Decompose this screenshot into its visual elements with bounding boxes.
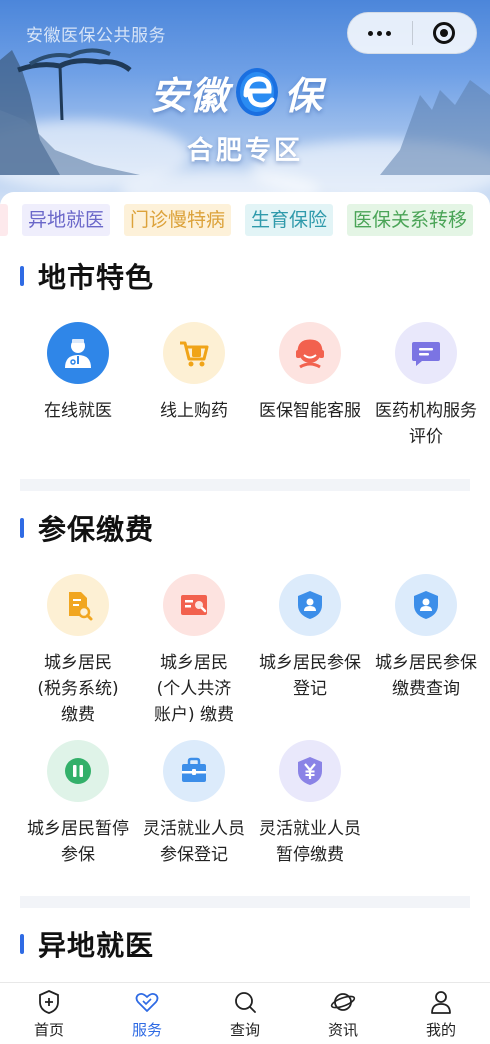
target-icon bbox=[433, 22, 456, 44]
tag-chronic-disease[interactable]: 门诊慢特病 bbox=[124, 204, 232, 236]
dot-icon bbox=[377, 30, 383, 36]
service-label: 医药机构服务评价 bbox=[375, 401, 477, 447]
service-online-pharmacy[interactable]: 线上购药 bbox=[136, 322, 252, 424]
section-divider bbox=[20, 479, 470, 491]
service-shared-account-payment[interactable]: 城乡居民 (个人共济 账户) 缴费 bbox=[136, 574, 252, 728]
region-title: 合肥专区 bbox=[186, 136, 303, 166]
service-label: 城乡居民 (个人共济 账户) 缴费 bbox=[153, 653, 235, 725]
tab-label: 资讯 bbox=[327, 1021, 358, 1039]
tab-news[interactable]: 资讯 bbox=[294, 983, 392, 1044]
service-title: 安徽医保公共服务 bbox=[26, 26, 166, 46]
shield-user-icon bbox=[279, 574, 341, 636]
tag-insurance-transfer[interactable]: 医保关系转移 bbox=[347, 204, 474, 236]
section-title-text: 异地就医 bbox=[38, 929, 155, 962]
service-suspend-insurance[interactable]: 城乡居民暂停参保 bbox=[20, 740, 136, 868]
tab-services[interactable]: 服务 bbox=[98, 983, 196, 1044]
pause-icon bbox=[47, 740, 109, 802]
yuan-shield-icon bbox=[279, 740, 341, 802]
service-label: 医保智能客服 bbox=[259, 401, 361, 421]
service-label: 城乡居民参保缴费查询 bbox=[375, 653, 477, 699]
header-banner: 安徽医保公共服务 安徽 保 合肥专区 bbox=[0, 0, 490, 210]
service-insurance-registration[interactable]: 城乡居民参保登记 bbox=[252, 574, 368, 702]
service-online-medical[interactable]: 在线就医 bbox=[20, 322, 136, 424]
section-title-insurance: 参保缴费 bbox=[20, 508, 154, 548]
service-institution-evaluation[interactable]: 医药机构服务评价 bbox=[368, 322, 484, 450]
dot-icon bbox=[368, 30, 374, 36]
category-tags: 异地就医 门诊慢特病 生育保险 医保关系转移 bbox=[0, 204, 474, 236]
tab-mine[interactable]: 我的 bbox=[392, 983, 490, 1044]
search-icon bbox=[235, 992, 256, 1013]
tab-home[interactable]: 首页 bbox=[0, 983, 98, 1044]
section-bar bbox=[20, 266, 24, 286]
cart-icon bbox=[163, 322, 225, 384]
service-label: 城乡居民参保登记 bbox=[259, 653, 361, 699]
service-label: 线上购药 bbox=[160, 401, 228, 421]
service-tax-payment[interactable]: 城乡居民 (税务系统) 缴费 bbox=[20, 574, 136, 728]
document-search-icon bbox=[47, 574, 109, 636]
service-label: 在线就医 bbox=[44, 401, 112, 421]
miniprogram-capsule bbox=[347, 12, 477, 54]
dot-icon bbox=[386, 30, 392, 36]
section-title-text: 参保缴费 bbox=[38, 513, 155, 546]
section-title-text: 地市特色 bbox=[38, 261, 155, 294]
tab-label: 服务 bbox=[131, 1021, 162, 1039]
message-icon bbox=[395, 322, 457, 384]
brand-logo: 安徽 保 bbox=[150, 62, 350, 122]
e-logo-icon bbox=[236, 68, 279, 116]
close-miniprogram-button[interactable] bbox=[413, 13, 477, 53]
tag-partial[interactable] bbox=[0, 204, 8, 236]
section-divider bbox=[20, 896, 470, 908]
tag-maternity-insurance[interactable]: 生育保险 bbox=[245, 204, 334, 236]
more-button[interactable] bbox=[348, 13, 412, 53]
brand-text-right: 保 bbox=[284, 73, 325, 118]
home-shield-icon bbox=[39, 990, 59, 1014]
brand-text-left: 安徽 bbox=[150, 73, 231, 118]
user-icon bbox=[431, 991, 451, 1014]
service-label: 灵活就业人员暂停缴费 bbox=[259, 819, 361, 865]
shield-user-icon bbox=[395, 574, 457, 636]
tag-remote-medical[interactable]: 异地就医 bbox=[22, 204, 111, 236]
content-card: 异地就医 门诊慢特病 生育保险 医保关系转移 地市特色 在线就医 线上购药 医保… bbox=[0, 192, 490, 982]
tab-label: 我的 bbox=[425, 1021, 456, 1039]
bottom-tab-bar: 首页 服务 查询 资讯 我的 bbox=[0, 982, 490, 1044]
service-payment-query[interactable]: 城乡居民参保缴费查询 bbox=[368, 574, 484, 702]
section-bar bbox=[20, 934, 24, 954]
headset-icon bbox=[279, 322, 341, 384]
tab-query[interactable]: 查询 bbox=[196, 983, 294, 1044]
service-flexible-suspend[interactable]: 灵活就业人员暂停缴费 bbox=[252, 740, 368, 868]
heart-icon bbox=[135, 992, 159, 1012]
briefcase-icon bbox=[163, 740, 225, 802]
service-smart-support[interactable]: 医保智能客服 bbox=[252, 322, 368, 424]
tab-label: 查询 bbox=[229, 1021, 260, 1039]
doctor-icon bbox=[47, 322, 109, 384]
tab-label: 首页 bbox=[33, 1021, 64, 1039]
section-bar bbox=[20, 518, 24, 538]
section-title-remote: 异地就医 bbox=[20, 924, 154, 964]
service-flexible-registration[interactable]: 灵活就业人员参保登记 bbox=[136, 740, 252, 868]
section-title-city: 地市特色 bbox=[20, 256, 154, 296]
service-label: 城乡居民 (税务系统) 缴费 bbox=[37, 653, 119, 725]
service-label: 灵活就业人员参保登记 bbox=[143, 819, 245, 865]
planet-icon bbox=[330, 993, 356, 1011]
service-label: 城乡居民暂停参保 bbox=[27, 819, 129, 865]
card-search-icon bbox=[163, 574, 225, 636]
